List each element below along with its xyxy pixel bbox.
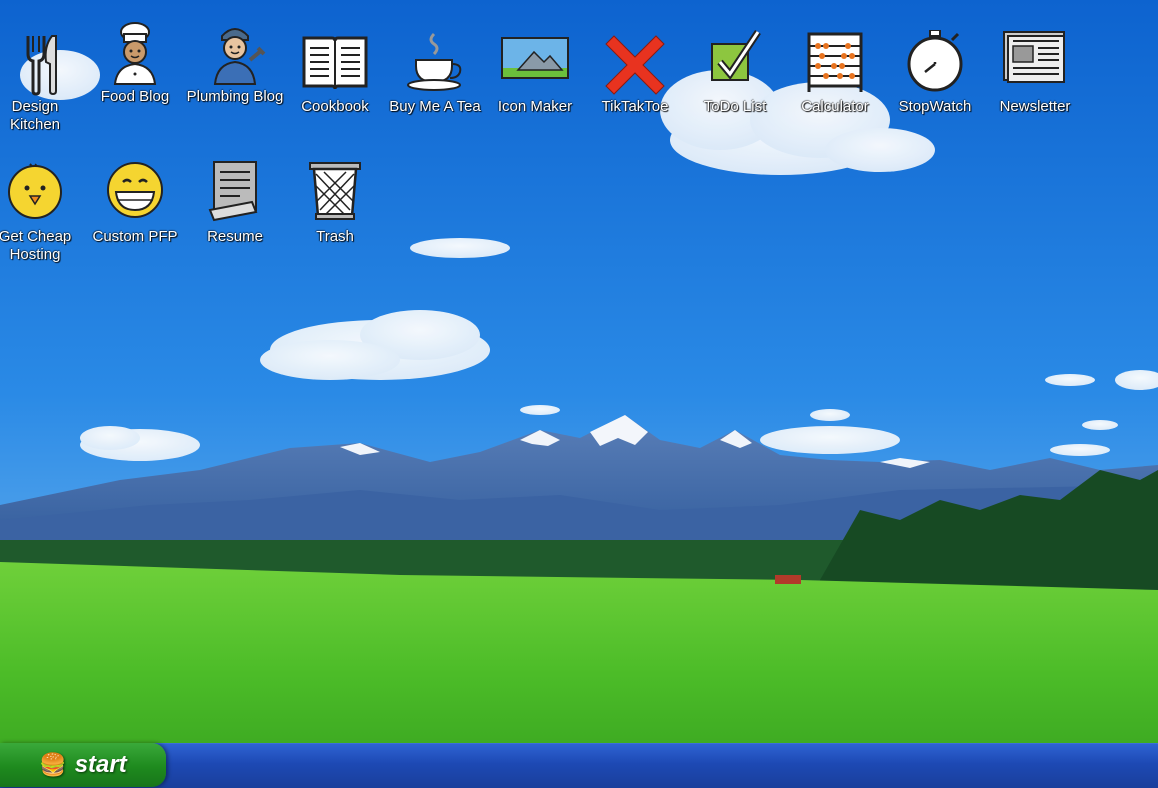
desktop-icon-plumbing-blog[interactable]: Plumbing Blog (185, 20, 285, 140)
red-x-icon (605, 35, 665, 95)
desktop-icon-get-cheap-hosting[interactable]: Get Cheap Hosting (0, 160, 85, 280)
grinning-face-icon (107, 162, 163, 218)
wastebasket-icon (309, 162, 361, 220)
abacus-icon (807, 32, 863, 92)
desktop: Design Kitchen Food Blog Plumbing Blog C… (0, 0, 1158, 743)
desktop-icon-label: ToDo List (703, 98, 767, 115)
fork-knife-icon (26, 35, 57, 96)
desktop-icon-label: TikTakToe (601, 98, 669, 115)
desktop-icon-custom-pfp[interactable]: Custom PFP (85, 160, 185, 280)
start-button[interactable]: 🍔 start (0, 743, 166, 787)
start-label: start (74, 751, 127, 778)
desktop-icon-label: StopWatch (898, 98, 972, 115)
desktop-icon-buy-me-a-tea[interactable]: Buy Me A Tea (385, 30, 485, 150)
desktop-icon-label: Buy Me A Tea (389, 98, 481, 115)
desktop-icon-newsletter[interactable]: Newsletter (985, 30, 1085, 150)
picture-icon (501, 37, 569, 79)
desktop-icon-label: Resume (207, 228, 263, 245)
plumber-icon (213, 28, 266, 85)
chick-icon (8, 163, 62, 219)
desktop-icon-label: Calculator (801, 98, 869, 115)
document-icon (208, 161, 258, 222)
desktop-icon-label: Get Cheap Hosting (0, 228, 72, 263)
desktop-icon-label: Food Blog (100, 88, 170, 105)
stopwatch-icon (907, 30, 963, 92)
taskbar (0, 743, 1158, 788)
desktop-icon-food-blog[interactable]: Food Blog (85, 20, 185, 140)
desktop-icon-tiktaktoe[interactable]: TikTakToe (585, 30, 685, 150)
burger-icon: 🍔 (39, 752, 67, 777)
desktop-icon-label: Cookbook (301, 98, 369, 115)
desktop-icon-label: Icon Maker (497, 98, 573, 115)
desktop-icon-todo-list[interactable]: ToDo List (685, 30, 785, 150)
checkbox-icon (711, 30, 761, 81)
open-book-icon (302, 36, 368, 90)
newspaper-icon (1003, 31, 1065, 83)
desktop-icon-trash[interactable]: Trash (285, 160, 385, 280)
teacup-icon (407, 32, 462, 91)
desktop-icon-icon-maker[interactable]: Icon Maker (485, 30, 585, 150)
desktop-icon-label: Trash (316, 228, 354, 245)
desktop-icon-label: Design Kitchen (9, 98, 61, 133)
desktop-icon-stopwatch[interactable]: StopWatch (885, 30, 985, 150)
desktop-icon-cookbook[interactable]: Cookbook (285, 30, 385, 150)
desktop-icon-label: Plumbing Blog (186, 88, 284, 105)
desktop-icon-resume[interactable]: Resume (185, 160, 285, 280)
desktop-icon-label: Newsletter (999, 98, 1071, 115)
desktop-icon-calculator[interactable]: Calculator (785, 30, 885, 150)
desktop-icon-design-kitchen[interactable]: Design Kitchen (0, 30, 85, 150)
desktop-icon-label: Custom PFP (92, 228, 178, 245)
chef-icon (113, 22, 157, 85)
